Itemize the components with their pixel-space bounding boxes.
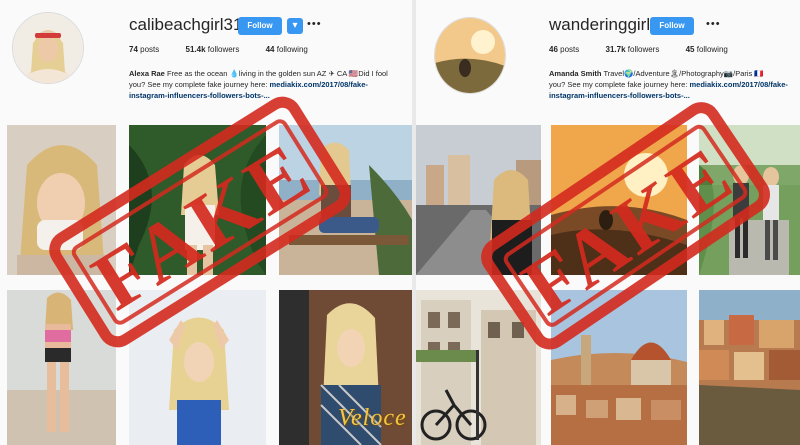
right-followers-stat[interactable]: 31.7k followers	[606, 45, 660, 54]
right-follow-button[interactable]: Follow	[650, 17, 694, 35]
left-profile-avatar[interactable]	[12, 12, 84, 84]
right-posts-stat[interactable]: 46 posts	[549, 45, 579, 54]
ellipsis-icon: •••	[307, 18, 322, 30]
right-profile-stats: 46 posts 31.7k followers 45 following	[549, 45, 752, 54]
veloce-watermark: Veloce	[338, 405, 407, 431]
left-profile-stats: 74 posts 51.4k followers 44 following	[129, 45, 332, 54]
right-bio-line1: Travel🌍/Adventure🏝/Photography📷/Paris 🇫🇷	[601, 69, 764, 78]
left-dropdown-button[interactable]: ▾	[287, 18, 303, 34]
left-bio-line1: Free as the ocean 💧living in the golden …	[164, 69, 388, 78]
right-bio-name: Amanda Smith	[549, 69, 602, 78]
fake-stamp-left: FAKE	[49, 96, 351, 348]
right-username[interactable]: wanderinggirl	[549, 15, 650, 35]
left-followers-stat[interactable]: 51.4k followers	[186, 45, 240, 54]
right-more-options[interactable]: •••	[706, 18, 721, 30]
right-following-stat[interactable]: 45 following	[686, 45, 728, 54]
chevron-down-icon: ▾	[292, 20, 298, 31]
left-more-options[interactable]: •••	[307, 18, 322, 30]
left-username[interactable]: calibeachgirl310	[129, 15, 252, 35]
ellipsis-icon: •••	[706, 18, 721, 30]
left-following-stat[interactable]: 44 following	[266, 45, 308, 54]
left-posts-stat[interactable]: 74 posts	[129, 45, 159, 54]
left-bio-name: Alexa Rae	[129, 69, 165, 78]
left-follow-button[interactable]: Follow	[238, 17, 282, 35]
fake-stamp-right: FAKE	[481, 102, 770, 350]
